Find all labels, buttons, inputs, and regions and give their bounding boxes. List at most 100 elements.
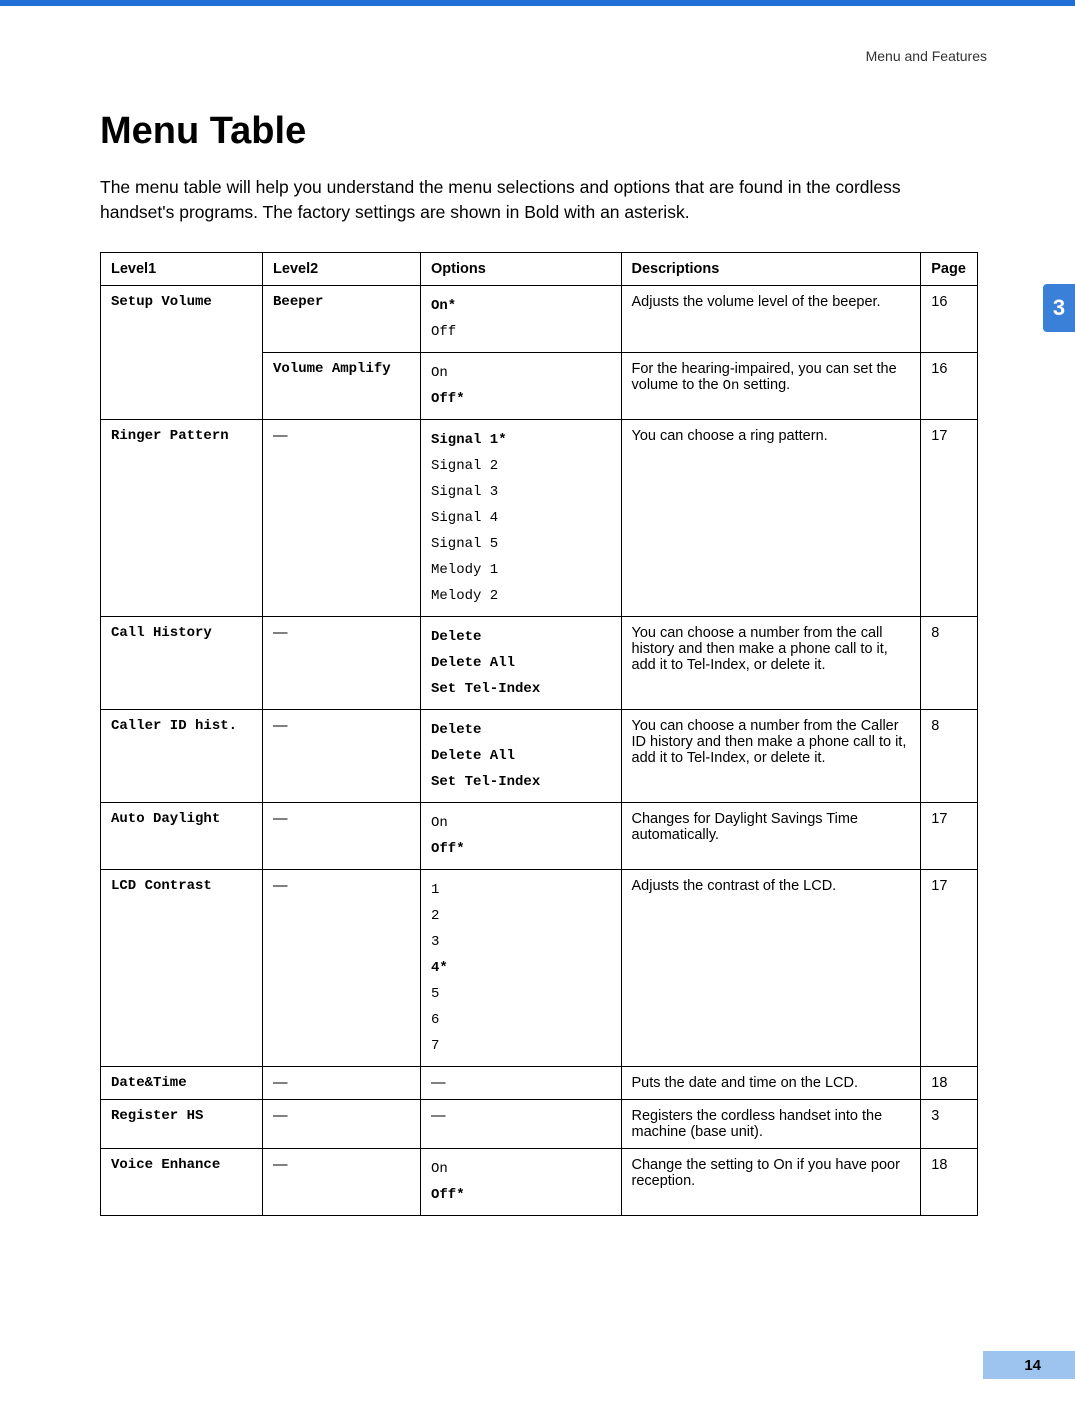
cell-options: On Off* [421, 353, 622, 420]
cell-page: 3 [921, 1100, 978, 1149]
cell-description: For the hearing-impaired, you can set th… [621, 353, 921, 420]
cell-description: Changes for Daylight Savings Time automa… [621, 803, 921, 870]
option-value: Melody 1 [431, 562, 611, 578]
option-value: Signal 3 [431, 484, 611, 500]
option-value: 7 [431, 1038, 611, 1054]
option-value: Delete [431, 629, 611, 645]
option-value: 6 [431, 1012, 611, 1028]
chapter-tab: 3 [1043, 284, 1075, 332]
cell-description: You can choose a number from the call hi… [621, 617, 921, 710]
cell-page: 8 [921, 710, 978, 803]
table-row: Ringer Pattern— Signal 1* Signal 2 Signal 3… [101, 420, 978, 617]
cell-level1: Voice Enhance [101, 1149, 263, 1216]
option-value: Melody 2 [431, 588, 611, 604]
cell-page: 17 [921, 870, 978, 1067]
cell-level1: Date&Time [101, 1067, 263, 1100]
table-header-row: Level1 Level2 Options Descriptions Page [101, 253, 978, 286]
cell-level2: — [263, 803, 421, 870]
cell-options: Delete Delete All Set Tel-Index [421, 710, 622, 803]
cell-description: Puts the date and time on the LCD. [621, 1067, 921, 1100]
option-value: 2 [431, 908, 611, 924]
cell-page: 16 [921, 353, 978, 420]
table-row: Auto Daylight— On Off* Changes for Daylight… [101, 803, 978, 870]
col-descriptions: Descriptions [621, 253, 921, 286]
option-value: Off [431, 324, 611, 340]
option-value: On [431, 365, 611, 381]
intro-paragraph: The menu table will help you understand … [100, 175, 978, 224]
cell-options: On Off* [421, 803, 622, 870]
option-value: Signal 5 [431, 536, 611, 552]
col-page: Page [921, 253, 978, 286]
option-value: Delete [431, 722, 611, 738]
cell-level2: Beeper [263, 286, 421, 353]
cell-page: 17 [921, 803, 978, 870]
option-value: Off* [431, 841, 611, 857]
cell-level1: Caller ID hist. [101, 710, 263, 803]
page-content: Menu Table The menu table will help you … [100, 110, 978, 1216]
table-row: Setup VolumeBeeperOn*OffAdjusts the volu… [101, 286, 978, 353]
table-row: Voice Enhance— On Off* Change the setting t… [101, 1149, 978, 1216]
cell-options: — [421, 1100, 622, 1149]
cell-level1: Call History [101, 617, 263, 710]
cell-level2: Volume Amplify [263, 353, 421, 420]
option-value: Off* [431, 391, 611, 407]
cell-level2: — [263, 1149, 421, 1216]
chapter-tab-number: 3 [1053, 295, 1065, 321]
option-value: 1 [431, 882, 611, 898]
cell-level2: — [263, 420, 421, 617]
section-header-label: Menu and Features [866, 48, 987, 64]
option-value: On [431, 1161, 611, 1177]
cell-level2: — [263, 617, 421, 710]
option-value: Signal 2 [431, 458, 611, 474]
option-value: Delete All [431, 655, 611, 671]
table-row: Caller ID hist.— Delete Delete All Set Tel-… [101, 710, 978, 803]
table-row: Register HS——Registers the cordless hand… [101, 1100, 978, 1149]
option-value: Set Tel-Index [431, 774, 611, 790]
top-accent-bar [0, 0, 1075, 6]
cell-level1: LCD Contrast [101, 870, 263, 1067]
cell-options: Signal 1* Signal 2 Signal 3 Signal 4 Signal … [421, 420, 622, 617]
option-value: Delete All [431, 748, 611, 764]
col-level2: Level2 [263, 253, 421, 286]
cell-page: 17 [921, 420, 978, 617]
cell-description: Registers the cordless handset into the … [621, 1100, 921, 1149]
page-title: Menu Table [100, 110, 978, 153]
cell-options: — [421, 1067, 622, 1100]
cell-description: Adjusts the contrast of the LCD. [621, 870, 921, 1067]
table-row: Date&Time——Puts the date and time on the… [101, 1067, 978, 1100]
cell-level2: — [263, 1067, 421, 1100]
cell-level1: Ringer Pattern [101, 420, 263, 617]
cell-level1: Register HS [101, 1100, 263, 1149]
col-options: Options [421, 253, 622, 286]
option-value: Signal 4 [431, 510, 611, 526]
cell-page: 18 [921, 1067, 978, 1100]
cell-description: You can choose a ring pattern. [621, 420, 921, 617]
option-value: On* [431, 298, 611, 314]
option-value: 5 [431, 986, 611, 1002]
cell-page: 18 [921, 1149, 978, 1216]
page-number: 14 [1024, 1357, 1041, 1374]
cell-options: On* Off [421, 286, 622, 353]
option-value: Signal 1* [431, 432, 611, 448]
cell-options: On Off* [421, 1149, 622, 1216]
cell-level1: Setup Volume [101, 286, 263, 420]
option-value: 3 [431, 934, 611, 950]
table-row: Call History— Delete Delete All Set Tel-Ind… [101, 617, 978, 710]
option-value: Off* [431, 1187, 611, 1203]
cell-level2: — [263, 710, 421, 803]
cell-level1: Auto Daylight [101, 803, 263, 870]
cell-page: 8 [921, 617, 978, 710]
cell-description: Change the setting to On if you have poo… [621, 1149, 921, 1216]
option-value: On [431, 815, 611, 831]
footer-bar: 14 [983, 1351, 1075, 1379]
cell-page: 16 [921, 286, 978, 353]
menu-table: Level1 Level2 Options Descriptions Page … [100, 252, 978, 1216]
option-value: Set Tel-Index [431, 681, 611, 697]
cell-description: Adjusts the volume level of the beeper. [621, 286, 921, 353]
cell-level2: — [263, 1100, 421, 1149]
table-row: LCD Contrast—1234*567Adjusts the contras… [101, 870, 978, 1067]
col-level1: Level1 [101, 253, 263, 286]
cell-options: Delete Delete All Set Tel-Index [421, 617, 622, 710]
cell-description: You can choose a number from the Caller … [621, 710, 921, 803]
option-value: 4* [431, 960, 611, 976]
